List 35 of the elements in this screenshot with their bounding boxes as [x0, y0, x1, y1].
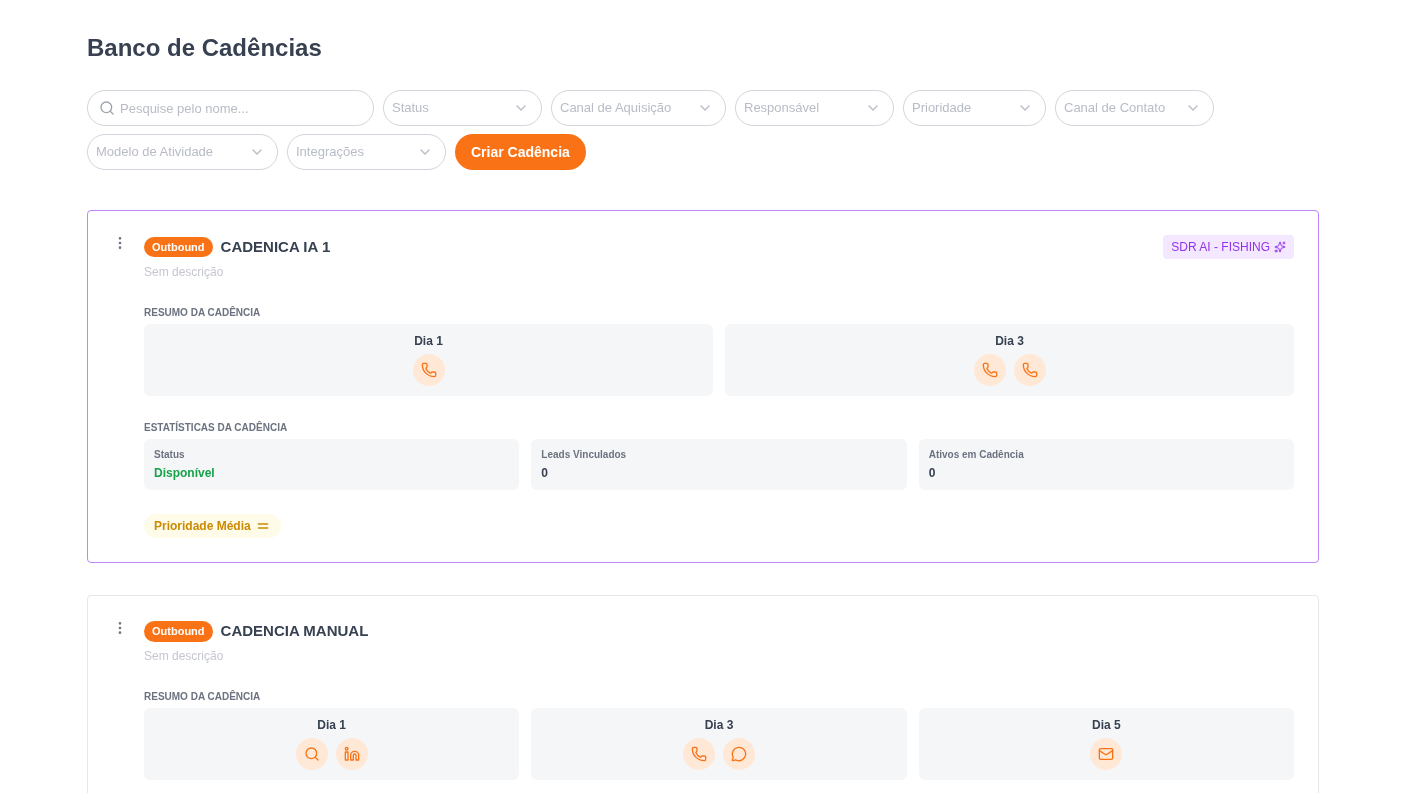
section-label: ESTATÍSTICAS DA CADÊNCIA	[144, 420, 288, 435]
cadence-description: Sem descrição	[144, 647, 224, 665]
day-label: Dia 1	[317, 716, 346, 734]
day-label: Dia 3	[995, 333, 1024, 350]
ai-tag: SDR AI - FISHING	[1163, 235, 1294, 259]
search-icon	[295, 737, 328, 770]
section-label: RESUMO DA CADÊNCIA	[144, 305, 261, 320]
sparkle-icon	[1274, 241, 1286, 253]
create-cadence-button[interactable]: Criar Cadência	[455, 134, 586, 170]
linkedin-icon	[335, 737, 368, 770]
search-field[interactable]: Pesquise pelo nome...	[87, 90, 374, 126]
cadence-name: CADENICA IA 1	[220, 236, 331, 257]
type-badge: Outbound	[144, 236, 213, 258]
type-badge: Outbound	[144, 621, 213, 642]
envelope-icon	[1090, 737, 1123, 770]
stat-value: 0	[541, 465, 548, 482]
stat-label: Ativos em Cadência	[928, 448, 1024, 462]
stat-value: 0	[928, 465, 936, 482]
day-label: Dia 1	[414, 333, 443, 350]
stat-label: Leads Vinculados	[541, 448, 627, 462]
priority-badge: Prioridade Média	[144, 514, 281, 538]
phone-icon	[973, 354, 1006, 386]
page-title: Banco de Cadências	[87, 33, 322, 63]
stat-value: Disponível	[154, 465, 215, 482]
day-label: Dia 5	[1091, 716, 1121, 734]
search-icon	[99, 100, 115, 116]
day-label: Dia 3	[704, 716, 734, 734]
chat-bubble-icon	[723, 737, 755, 770]
stat-label: Status	[154, 448, 185, 462]
phone-icon	[683, 737, 715, 770]
phone-icon	[412, 354, 445, 386]
cadence-description: Sem descrição	[144, 264, 224, 281]
cadence-name: CADENCIA MANUAL	[220, 621, 369, 641]
section-label: RESUMO DA CADÊNCIA	[144, 689, 261, 704]
phone-icon	[1013, 354, 1046, 386]
